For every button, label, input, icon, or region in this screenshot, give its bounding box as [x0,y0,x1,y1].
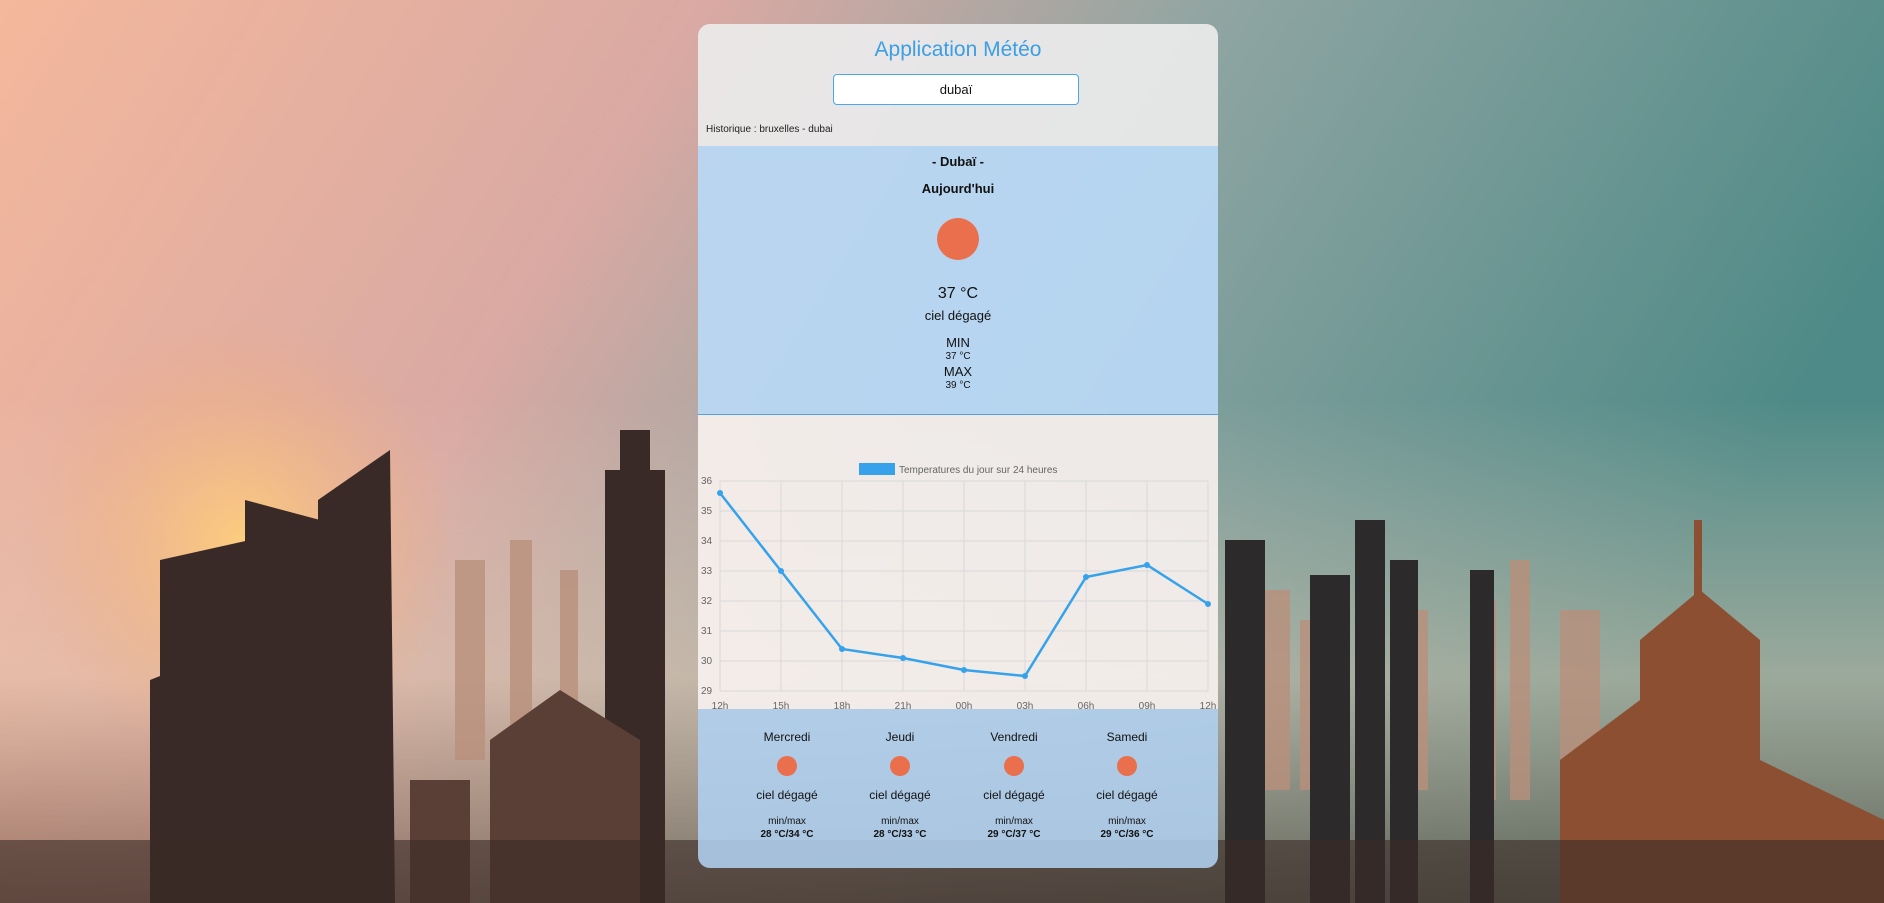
x-tick-label: 06h [1078,701,1095,709]
y-tick-label: 34 [701,536,713,547]
min-value: 37 °C [945,351,971,362]
sun-icon [890,756,910,776]
today-section: - Dubaï - Aujourd'hui 37 °C ciel dégagé … [698,146,1218,415]
forecast-minmax-value: 29 °C/37 °C [987,829,1041,840]
sun-icon [1117,756,1137,776]
legend-label: Temperatures du jour sur 24 heures [899,465,1057,476]
temperature-point [778,568,784,574]
temperature-point [1022,673,1028,679]
forecast-minmax-label: min/max [768,816,806,827]
max-value: 39 °C [945,380,971,391]
y-tick-label: 33 [701,566,713,577]
x-tick-label: 15h [773,701,790,709]
x-tick-label: 18h [834,701,851,709]
forecast-description: ciel dégagé [869,788,931,802]
city-search-input[interactable] [833,74,1079,105]
temperature-chart-svg: Temperatures du jour sur 24 heures 29 30 31… [701,463,1217,709]
x-tick-label: 09h [1139,701,1156,709]
x-tick-label: 21h [895,701,912,709]
current-temperature: 37 °C [937,285,979,302]
y-tick-label: 29 [701,686,713,697]
legend-swatch [859,463,895,475]
sun-icon [937,218,979,260]
x-tick-label: 12h [712,701,729,709]
forecast-section: Mercredi ciel dégagé min/max 28 °C/34 °C… [698,709,1218,868]
forecast-description: ciel dégagé [983,788,1045,802]
city-name: - Dubaï - [932,154,984,169]
x-tick-label: 00h [956,701,973,709]
temperature-point [1144,562,1150,568]
forecast-description: ciel dégagé [756,788,818,802]
weather-description: ciel dégagé [924,308,992,323]
forecast-day-name: Samedi [1106,730,1148,744]
temperature-point [1083,574,1089,580]
y-tick-label: 30 [701,656,713,667]
forecast-minmax-value: 29 °C/36 °C [1100,829,1154,840]
sun-icon [777,756,797,776]
forecast-description: ciel dégagé [1096,788,1158,802]
forecast-minmax-label: min/max [1108,816,1146,827]
header-section: Application Météo Historique : bruxelles… [698,24,1218,146]
y-tick-label: 32 [701,596,713,607]
y-tick-label: 31 [701,626,713,637]
weather-card: Application Météo Historique : bruxelles… [698,24,1218,868]
temperature-chart: Temperatures du jour sur 24 heures 29 30 31… [698,415,1218,709]
forecast-minmax-value: 28 °C/33 °C [873,829,927,840]
forecast-minmax-value: 28 °C/34 °C [760,829,814,840]
sun-icon [1004,756,1024,776]
temperature-point [1205,601,1211,607]
forecast-day-name: Vendredi [990,730,1038,744]
temperature-point [839,646,845,652]
forecast-day-name: Mercredi [763,730,811,744]
temperature-point [961,667,967,673]
forecast-minmax-label: min/max [995,816,1033,827]
x-tick-label: 12h [1200,701,1217,709]
y-tick-label: 36 [701,476,713,487]
app-title: Application Météo [874,38,1042,61]
search-history[interactable]: Historique : bruxelles - dubai [706,124,833,135]
forecast-minmax-label: min/max [881,816,919,827]
max-label: MAX [943,364,973,379]
min-label: MIN [946,335,970,350]
forecast-day-name: Jeudi [885,730,915,744]
y-tick-label: 35 [701,506,713,517]
temperature-point [900,655,906,661]
today-title: Aujourd'hui [921,181,995,196]
x-tick-label: 03h [1017,701,1034,709]
temperature-point [717,490,723,496]
